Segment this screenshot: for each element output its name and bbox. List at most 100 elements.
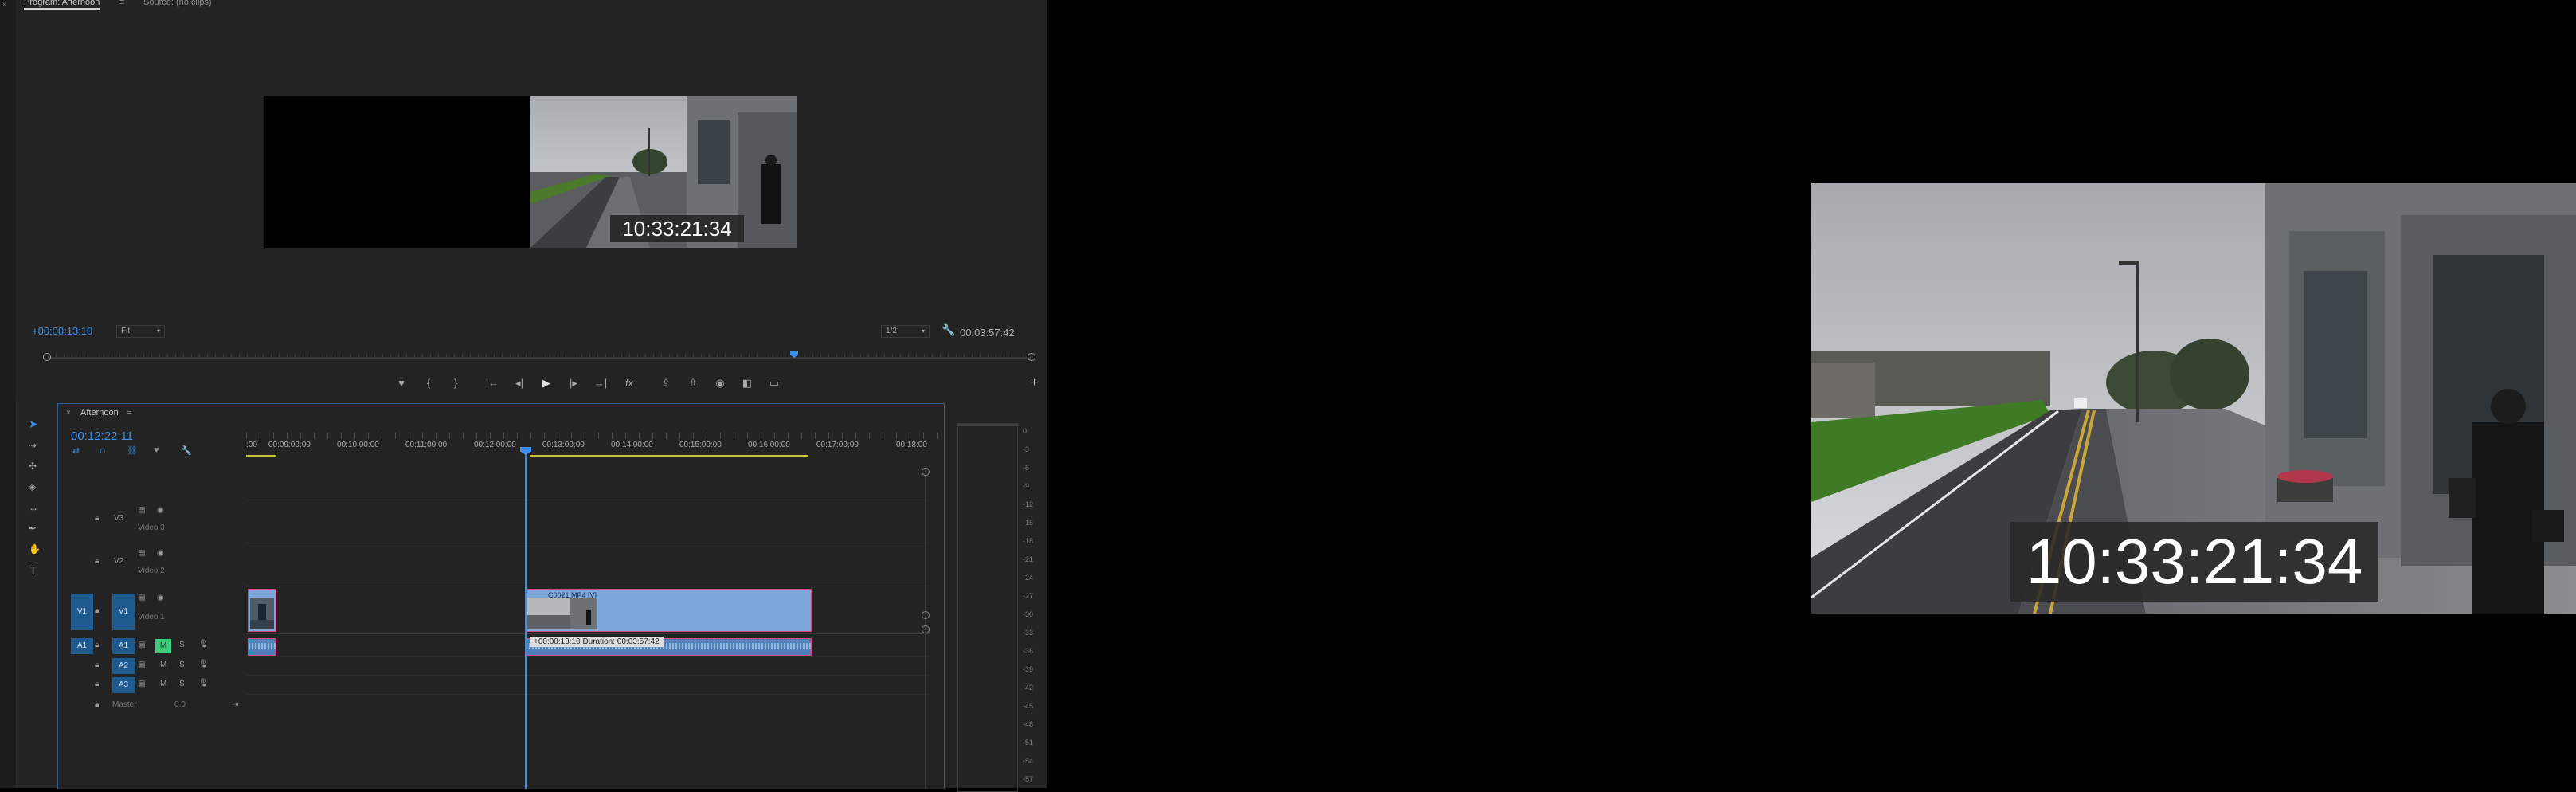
linked-selection-icon[interactable]: ⛓: [127, 445, 138, 456]
track-target-v1[interactable]: V1: [112, 594, 135, 630]
track-target-a3[interactable]: A3: [112, 677, 135, 693]
solo-button-a2[interactable]: S: [179, 661, 185, 669]
scrollbar-handle[interactable]: [922, 611, 930, 619]
tab-program[interactable]: Program: Afternoon: [24, 0, 100, 10]
track-target-a2[interactable]: A2: [112, 658, 135, 674]
step-forward-button[interactable]: |▸: [564, 374, 583, 392]
timeline-vertical-scrollbar[interactable]: [922, 468, 930, 789]
lock-icon[interactable]: 🔒︎: [95, 514, 99, 523]
current-timecode[interactable]: +00:00:13:10: [32, 325, 92, 337]
lock-icon[interactable]: 🔒︎: [95, 606, 99, 615]
ruler-label: 00:13:00:00: [542, 441, 585, 449]
lock-icon[interactable]: 🔒︎: [95, 680, 99, 688]
track-label-v3[interactable]: V3: [114, 514, 123, 523]
audio-meter-box: [957, 423, 1018, 792]
monitor-scrub-bar[interactable]: [32, 351, 1047, 365]
eye-icon[interactable]: ◉: [157, 506, 164, 515]
microphone-icon[interactable]: 🎙︎: [198, 660, 209, 668]
fx-button[interactable]: fx: [620, 374, 639, 392]
ruler-label: 00:16:00:00: [748, 441, 790, 449]
zoom-level-value: Fit: [121, 327, 131, 335]
timeline-panel: × Afternoon ≡ 00:12:22:11 ⇄ ∩ ⛓ ♥ 🔧 :00 …: [57, 403, 945, 789]
lock-icon[interactable]: 🔒︎: [95, 700, 99, 709]
timeline-playhead-handle[interactable]: [520, 447, 531, 455]
master-track-name: Master: [112, 700, 137, 709]
sync-lock-icon[interactable]: ▤: [138, 549, 145, 558]
source-patch-v1[interactable]: V1: [71, 594, 93, 630]
safe-margins-button[interactable]: ▭: [765, 374, 784, 392]
zoom-level-select[interactable]: Fit ▾: [116, 325, 165, 338]
go-to-end-icon[interactable]: ⇥: [232, 700, 238, 709]
add-marker-icon[interactable]: ♥: [154, 445, 159, 455]
sequence-tab[interactable]: Afternoon: [80, 408, 119, 418]
microphone-icon[interactable]: 🎙︎: [198, 679, 209, 688]
extract-button[interactable]: ⇫: [683, 374, 703, 392]
solo-button-a3[interactable]: S: [179, 680, 185, 688]
audio-clip[interactable]: [248, 638, 276, 656]
tab-source[interactable]: Source: (no clips): [143, 0, 212, 7]
track-target-a1[interactable]: A1: [112, 638, 135, 654]
go-to-out-button[interactable]: →|: [591, 374, 610, 392]
solo-button-a1[interactable]: S: [179, 641, 185, 649]
source-patch-a1[interactable]: A1: [71, 638, 93, 654]
comparison-view-button[interactable]: ◧: [738, 374, 757, 392]
nest-toggle-icon[interactable]: ⇄: [72, 445, 80, 456]
db-label: -54: [1023, 757, 1034, 765]
playback-resolution-value: 1/2: [886, 327, 897, 335]
scrollbar-top-handle[interactable]: [922, 468, 930, 476]
slip-tool-icon[interactable]: ↔: [29, 502, 38, 513]
mark-out-button[interactable]: }: [446, 374, 465, 392]
lock-icon[interactable]: 🔒︎: [95, 661, 99, 669]
work-area-bar[interactable]: [530, 455, 808, 457]
sync-lock-icon[interactable]: ▤: [138, 594, 145, 602]
sync-lock-icon[interactable]: ▤: [138, 661, 145, 669]
eye-icon[interactable]: ◉: [157, 549, 164, 558]
settings-wrench-icon[interactable]: 🔧: [942, 323, 955, 337]
clip-thumbnail-image: [250, 598, 274, 629]
type-tool-icon[interactable]: T: [29, 564, 37, 578]
go-to-in-button[interactable]: |←: [483, 374, 502, 392]
tab-menu-icon[interactable]: ≡: [119, 0, 124, 7]
work-area-bar[interactable]: [246, 455, 276, 457]
selection-tool-icon[interactable]: ➤: [29, 418, 38, 431]
tools-panel: ➤ ⇢ ✣ ◈ ↔ ✒ ✋ T: [25, 416, 48, 591]
play-button[interactable]: ▶: [537, 374, 556, 392]
timeline-playhead-timecode[interactable]: 00:12:22:11: [71, 429, 133, 443]
track-select-tool-icon[interactable]: ⇢: [29, 440, 37, 451]
scrub-start-handle[interactable]: [43, 353, 51, 361]
sync-lock-icon[interactable]: ▤: [138, 680, 145, 688]
ruler-label: :00: [246, 441, 257, 449]
close-sequence-icon[interactable]: ×: [66, 409, 71, 418]
master-volume-value[interactable]: 0.0: [174, 700, 186, 709]
mute-button-a3[interactable]: M: [160, 680, 166, 688]
mark-in-button[interactable]: {: [419, 374, 438, 392]
hand-tool-icon[interactable]: ✋: [29, 543, 41, 555]
ripple-edit-tool-icon[interactable]: ✣: [29, 461, 37, 472]
lock-icon[interactable]: 🔒︎: [95, 557, 99, 566]
export-frame-button[interactable]: ◉: [711, 374, 730, 392]
pen-tool-icon[interactable]: ✒: [29, 523, 37, 534]
eye-icon[interactable]: ◉: [157, 594, 164, 602]
step-back-button[interactable]: ◂|: [510, 374, 529, 392]
timeline-settings-wrench-icon[interactable]: 🔧: [181, 445, 192, 456]
time-ruler[interactable]: :00 00:09:00:00 00:10:00:00 00:11:00:00 …: [246, 433, 938, 449]
playback-resolution-select[interactable]: 1/2 ▾: [881, 325, 930, 338]
scrollbar-handle[interactable]: [922, 625, 930, 633]
panel-chevron-icon[interactable]: »: [2, 0, 7, 9]
lock-icon[interactable]: 🔒︎: [95, 641, 99, 649]
track-label-v2[interactable]: V2: [114, 557, 123, 566]
sync-lock-icon[interactable]: ▤: [138, 506, 145, 515]
sequence-menu-icon[interactable]: ≡: [127, 407, 131, 417]
snap-icon[interactable]: ∩: [100, 445, 106, 455]
video-clip[interactable]: [248, 589, 276, 632]
sync-lock-icon[interactable]: ▤: [138, 641, 145, 649]
scrub-end-handle[interactable]: [1028, 353, 1035, 361]
button-editor-add-button[interactable]: +: [1031, 376, 1038, 390]
lift-button[interactable]: ⇪: [656, 374, 675, 392]
mute-button-a1[interactable]: M: [155, 639, 171, 653]
video-clip-c0021[interactable]: C0021.MP4 [V]: [525, 589, 812, 632]
microphone-icon[interactable]: 🎙︎: [198, 640, 209, 649]
add-marker-button[interactable]: ♥: [392, 374, 411, 392]
razor-tool-icon[interactable]: ◈: [29, 481, 36, 492]
mute-button-a2[interactable]: M: [160, 661, 166, 669]
